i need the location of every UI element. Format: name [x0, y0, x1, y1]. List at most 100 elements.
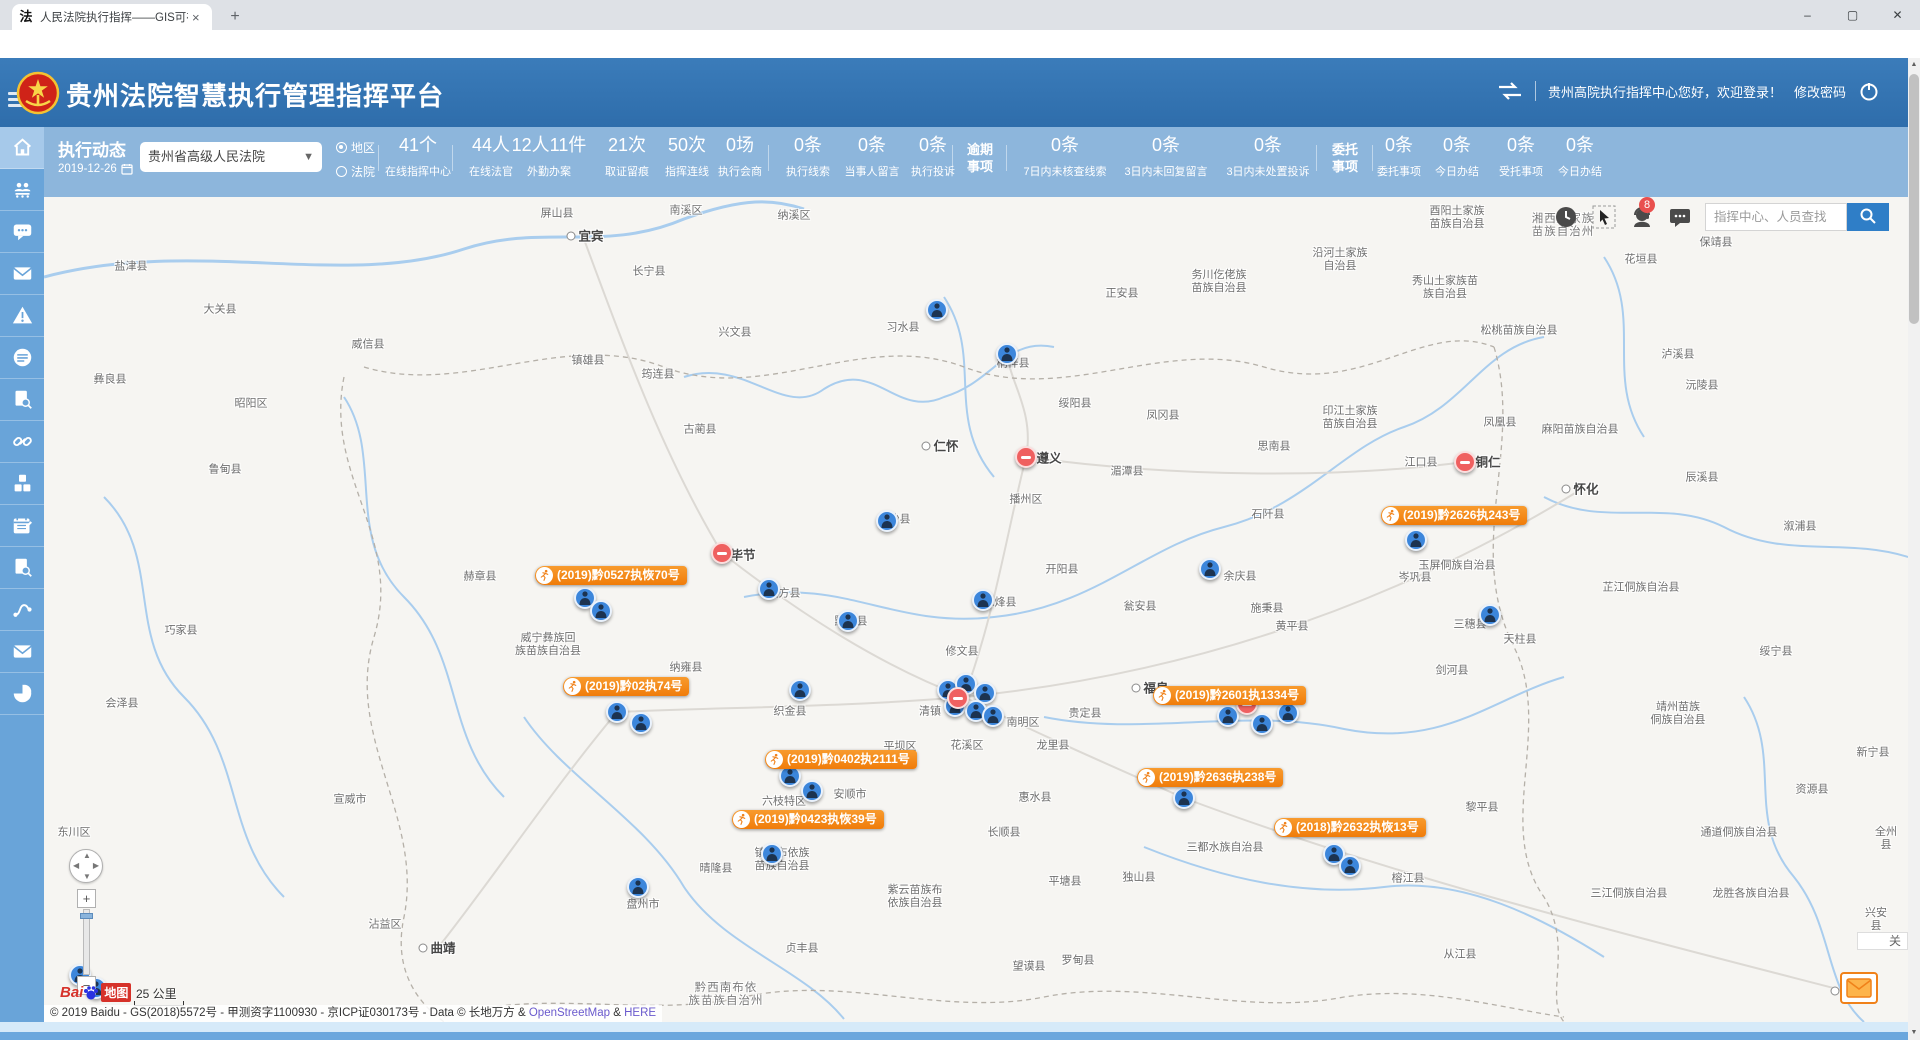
- scrollbar-up-icon[interactable]: ▲: [1908, 58, 1920, 72]
- calendar-icon: [12, 515, 33, 536]
- map-basemap: [44, 197, 1908, 1022]
- case-label[interactable]: (2019)黔0527执恢70号: [535, 566, 687, 585]
- person-marker[interactable]: [1277, 702, 1299, 724]
- zoom-in-button[interactable]: +: [77, 889, 96, 908]
- person-icon: [805, 783, 819, 799]
- person-marker[interactable]: [627, 876, 649, 898]
- person-marker[interactable]: [1217, 705, 1239, 727]
- filter-radio-地区[interactable]: 地区: [336, 137, 375, 157]
- window-minimize-button[interactable]: –: [1785, 0, 1830, 30]
- filter-radio-法院[interactable]: 法院: [336, 161, 375, 181]
- scrollbar-thumb[interactable]: [1909, 74, 1919, 324]
- window-maximize-button[interactable]: ▢: [1830, 0, 1875, 30]
- sidebar-item-chat[interactable]: [0, 211, 44, 253]
- case-label[interactable]: (2018)黔2632执恢13号: [1274, 818, 1426, 837]
- person-marker[interactable]: [1173, 787, 1195, 809]
- message-icon[interactable]: [1668, 205, 1692, 229]
- select-cursor-icon[interactable]: [1592, 205, 1616, 229]
- person-marker[interactable]: [876, 510, 898, 532]
- person-marker[interactable]: [837, 610, 859, 632]
- sidebar-item-calendar[interactable]: [0, 505, 44, 547]
- case-label[interactable]: (2019)黔0423执恢39号: [732, 810, 884, 829]
- case-label[interactable]: (2019)黔2601执1334号: [1153, 686, 1306, 705]
- person-marker[interactable]: [1199, 558, 1221, 580]
- zoom-slider-handle[interactable]: [80, 913, 93, 919]
- filter-radio-group: 地区法院: [336, 133, 375, 181]
- sidebar-item-doc-search[interactable]: [0, 379, 44, 421]
- person-marker[interactable]: [996, 343, 1018, 365]
- sidebar-item-cubes[interactable]: [0, 463, 44, 505]
- window-close-button[interactable]: ✕: [1875, 0, 1920, 30]
- switch-view-icon[interactable]: [1497, 82, 1523, 100]
- sidebar-item-home[interactable]: [0, 127, 44, 169]
- person-marker[interactable]: [1251, 713, 1273, 735]
- browser-toolbar: ← → ⟳ iexe.shgbitcloud.com/iexe/a/oldGis: [0, 30, 1920, 58]
- person-marker[interactable]: [801, 780, 823, 802]
- page-scrollbar[interactable]: ▲ ▼: [1908, 58, 1920, 1040]
- person-marker[interactable]: [926, 299, 948, 321]
- person-marker[interactable]: [972, 589, 994, 611]
- runner-icon: [735, 813, 748, 826]
- map-search-button[interactable]: [1847, 203, 1889, 231]
- change-password-link[interactable]: 修改密码: [1794, 82, 1846, 101]
- panel-close-tab[interactable]: 关: [1857, 932, 1908, 950]
- here-link[interactable]: HERE: [624, 1007, 656, 1019]
- mail-icon: [12, 641, 33, 662]
- pie-icon: [12, 683, 33, 704]
- browser-tab[interactable]: 法 人民法院执行指挥——GIS可视化 ×: [12, 4, 212, 30]
- person-marker[interactable]: [761, 843, 783, 865]
- stat-item: 44人在线法官: [469, 127, 513, 179]
- person-icon: [793, 682, 807, 698]
- person-marker[interactable]: [1339, 855, 1361, 877]
- person-marker[interactable]: [630, 712, 652, 734]
- court-emblem-logo: [16, 71, 60, 115]
- sidebar-item-pie[interactable]: [0, 673, 44, 715]
- baidu-paw-icon: [83, 985, 99, 1001]
- map-search-input[interactable]: [1705, 203, 1847, 231]
- chat-icon: [12, 221, 33, 242]
- map-pan-control[interactable]: ▲▼ ◀▶: [69, 849, 103, 883]
- tab-close-icon[interactable]: ×: [192, 10, 200, 25]
- osm-link[interactable]: OpenStreetMap: [529, 1007, 610, 1019]
- case-label[interactable]: (2019)黔02执74号: [563, 677, 689, 696]
- sidebar-item-archive[interactable]: [0, 337, 44, 379]
- person-icon: [578, 590, 592, 606]
- scrollbar-down-icon[interactable]: ▼: [1908, 1026, 1920, 1040]
- case-label[interactable]: (2019)黔0402执2111号: [765, 750, 917, 769]
- sidebar-item-alert[interactable]: [0, 295, 44, 337]
- stats-divider: [1316, 145, 1317, 171]
- alert-marker[interactable]: [947, 687, 969, 709]
- map-region[interactable]: 屏山县宜宾南溪区纳溪区长宁县兴文县筠连县威信县镇雄县盐津县大关县彝良县昭阳区鲁甸…: [44, 197, 1908, 1022]
- mail-widget-button[interactable]: [1840, 972, 1878, 1004]
- sidebar-item-doc-search[interactable]: [0, 547, 44, 589]
- person-marker[interactable]: [1405, 529, 1427, 551]
- sidebar-nav: [0, 127, 44, 1022]
- team-icon: [12, 179, 33, 200]
- person-marker[interactable]: [758, 578, 780, 600]
- sidebar-item-mail[interactable]: [0, 631, 44, 673]
- alert-marker[interactable]: [1015, 446, 1037, 468]
- person-marker[interactable]: [789, 679, 811, 701]
- case-label[interactable]: (2019)黔2636执238号: [1137, 768, 1283, 787]
- alert-marker[interactable]: [711, 542, 733, 564]
- sidebar-item-team[interactable]: [0, 169, 44, 211]
- person-icon: [631, 879, 645, 895]
- person-marker[interactable]: [590, 600, 612, 622]
- stats-divider: [1372, 145, 1373, 171]
- new-tab-button[interactable]: +: [224, 7, 246, 29]
- alert-marker[interactable]: [1454, 451, 1476, 473]
- sidebar-item-link[interactable]: [0, 421, 44, 463]
- stat-item: 50次指挥连线: [665, 127, 709, 179]
- logout-power-icon[interactable]: [1858, 80, 1880, 102]
- tab-title: 人民法院执行指挥——GIS可视化: [40, 9, 188, 25]
- person-marker[interactable]: [1479, 604, 1501, 626]
- exec-date[interactable]: 2019-12-26: [58, 163, 133, 175]
- person-marker[interactable]: [606, 701, 628, 723]
- person-marker[interactable]: [982, 705, 1004, 727]
- history-clock-icon[interactable]: [1554, 205, 1578, 229]
- case-label[interactable]: (2019)黔2626执243号: [1381, 506, 1527, 525]
- court-selector-dropdown[interactable]: 贵州省高级人民法院▼: [140, 142, 322, 172]
- sidebar-item-mail[interactable]: [0, 253, 44, 295]
- sidebar-item-route[interactable]: [0, 589, 44, 631]
- doc-search-icon: [12, 557, 33, 578]
